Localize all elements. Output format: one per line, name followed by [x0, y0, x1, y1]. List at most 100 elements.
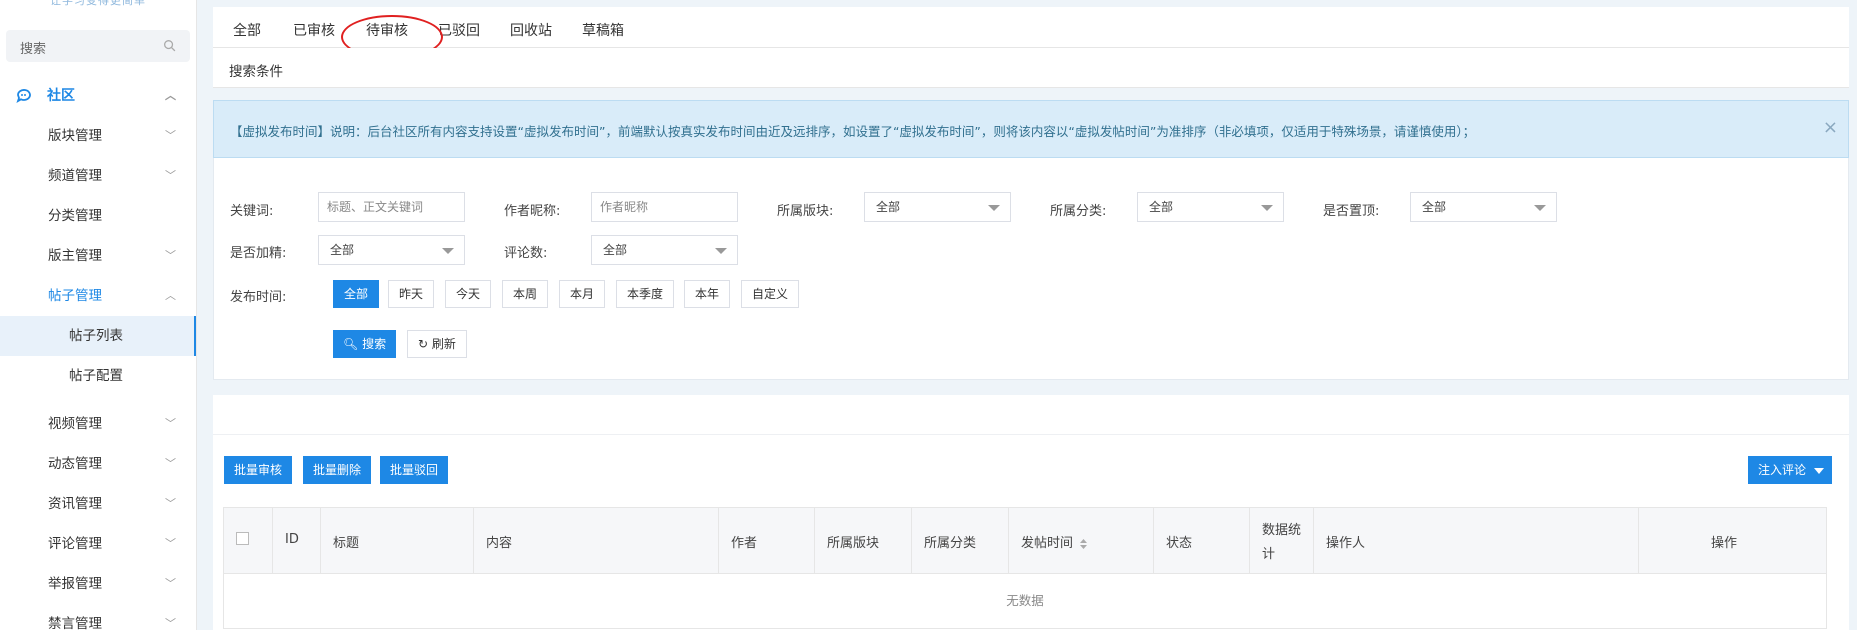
- sidebar-item-channel-management[interactable]: 频道管理 ﹀: [0, 156, 196, 196]
- post-table: ID 标题 内容 作者 所属版块 所属分类 发帖时间 状态 数据统计 操作人 操…: [223, 507, 1827, 629]
- sidebar-search-input[interactable]: 搜索: [6, 30, 190, 62]
- sidebar-item-label: 动态管理: [48, 456, 102, 472]
- block-select-value: 全部: [876, 200, 901, 214]
- column-header-label: 数据统计: [1262, 523, 1302, 562]
- keyword-input[interactable]: 标题、正文关键词: [318, 192, 465, 222]
- comments-select[interactable]: 全部: [591, 235, 738, 265]
- category-select[interactable]: 全部: [1137, 192, 1284, 222]
- time-option-yesterday[interactable]: 昨天: [388, 280, 435, 308]
- select-all-checkbox[interactable]: [236, 532, 249, 545]
- chevron-down-icon: ﹀: [165, 537, 176, 550]
- block-label: 所属版块:: [777, 204, 834, 219]
- inject-comment-button[interactable]: 注入评论: [1748, 456, 1833, 484]
- logo: 让学习变得更简单: [50, 0, 146, 7]
- caret-down-icon: [988, 205, 1000, 211]
- column-header-sortable[interactable]: 发帖时间: [1009, 508, 1154, 574]
- sort-icon[interactable]: [1079, 538, 1088, 550]
- caret-down-icon: [1534, 205, 1546, 211]
- category-label: 所属分类:: [1050, 204, 1107, 219]
- column-header: 操作: [1639, 508, 1826, 574]
- time-option-today[interactable]: 今天: [445, 280, 492, 308]
- chat-icon: [16, 89, 31, 103]
- sidebar-nav: 社区 ︿ 版块管理 ﹀ 频道管理 ﹀ 分类管理 版主管理 ﹀ 帖子管理 ︿ 帖子…: [0, 76, 196, 630]
- time-option-this-quarter[interactable]: 本季度: [616, 280, 675, 308]
- caret-down-icon: [1261, 205, 1273, 211]
- content-spacer: [213, 395, 1849, 435]
- sidebar-item-label: 频道管理: [48, 168, 102, 184]
- tab-recycle-bin[interactable]: 回收站: [510, 20, 552, 40]
- refresh-button[interactable]: ↻ 刷新: [407, 330, 467, 358]
- search-button[interactable]: 🔍︎ 搜索: [333, 330, 397, 358]
- column-header: 所属分类: [912, 508, 1009, 574]
- sidebar-item-news-management[interactable]: 资讯管理 ﹀: [0, 484, 196, 524]
- top-select[interactable]: 全部: [1410, 192, 1557, 222]
- time-option-this-month[interactable]: 本月: [559, 280, 606, 308]
- sidebar: 让学习变得更简单 搜索 社区 ︿ 版块管理 ﹀ 频道管理 ﹀ 分类管理 版主管理…: [0, 0, 197, 630]
- select-all-column: [224, 508, 273, 574]
- sidebar-item-post-config[interactable]: 帖子配置: [0, 356, 196, 396]
- time-option-this-year[interactable]: 本年: [684, 280, 731, 308]
- column-header: 作者: [719, 508, 815, 574]
- sidebar-item-label: 举报管理: [48, 576, 102, 592]
- search-icon: [164, 40, 176, 52]
- sidebar-item-mute-management[interactable]: 禁言管理 ﹀: [0, 604, 196, 630]
- sidebar-item-moderator-management[interactable]: 版主管理 ﹀: [0, 236, 196, 276]
- tab-all[interactable]: 全部: [233, 20, 261, 40]
- sidebar-item-feed-management[interactable]: 动态管理 ﹀: [0, 444, 196, 484]
- column-header-label: 操作人: [1326, 536, 1366, 551]
- chevron-down-icon: ﹀: [165, 497, 176, 510]
- sidebar-item-label: 版主管理: [48, 248, 102, 264]
- column-header-label: 状态: [1166, 536, 1193, 551]
- sidebar-section-community[interactable]: 社区 ︿: [0, 76, 196, 116]
- sidebar-item-post-management[interactable]: 帖子管理 ︿: [0, 276, 196, 316]
- empty-state: 无数据: [1006, 593, 1044, 608]
- chevron-down-icon: ﹀: [165, 129, 176, 142]
- notice-alert: 【虚拟发布时间】说明：后台社区所有内容支持设置“虚拟发布时间”，前端默认按真实发…: [213, 100, 1849, 158]
- chevron-down-icon: ﹀: [165, 169, 176, 182]
- featured-select[interactable]: 全部: [318, 235, 465, 265]
- sidebar-item-label: 资讯管理: [48, 496, 102, 512]
- time-option-all[interactable]: 全部: [333, 280, 380, 308]
- column-header-label: 标题: [333, 536, 360, 551]
- sidebar-item-label: 版块管理: [48, 128, 102, 144]
- sidebar-item-video-management[interactable]: 视频管理 ﹀: [0, 404, 196, 444]
- featured-select-value: 全部: [330, 243, 355, 257]
- close-icon[interactable]: ×: [1823, 117, 1838, 138]
- top-select-value: 全部: [1422, 200, 1447, 214]
- block-select[interactable]: 全部: [864, 192, 1011, 222]
- sidebar-item-comment-management[interactable]: 评论管理 ﹀: [0, 524, 196, 564]
- time-option-custom[interactable]: 自定义: [741, 280, 800, 308]
- column-header-label: 作者: [731, 536, 758, 551]
- inject-comment-label: 注入评论: [1758, 463, 1807, 477]
- batch-approve-button[interactable]: 批量审核: [224, 456, 293, 484]
- chevron-down-icon: ﹀: [165, 617, 176, 630]
- author-label: 作者昵称:: [504, 204, 561, 219]
- chevron-down-icon: ﹀: [165, 417, 176, 430]
- author-input[interactable]: 作者昵称: [591, 192, 738, 222]
- sidebar-section-label: 社区: [47, 88, 75, 104]
- batch-delete-button[interactable]: 批量删除: [303, 456, 372, 484]
- batch-reject-button[interactable]: 批量驳回: [380, 456, 449, 484]
- column-header: 所属版块: [815, 508, 912, 574]
- sidebar-item-block-management[interactable]: 版块管理 ﹀: [0, 116, 196, 156]
- sidebar-search-placeholder: 搜索: [20, 42, 47, 57]
- column-header: 操作人: [1314, 508, 1639, 574]
- sidebar-item-report-management[interactable]: 举报管理 ﹀: [0, 564, 196, 604]
- sidebar-item-label: 帖子配置: [69, 368, 123, 384]
- time-label: 发布时间:: [230, 290, 287, 305]
- caret-down-icon: [715, 248, 727, 254]
- sidebar-item-label: 帖子列表: [69, 328, 123, 344]
- tab-drafts[interactable]: 草稿箱: [582, 20, 624, 40]
- sidebar-item-post-list[interactable]: 帖子列表: [0, 316, 196, 356]
- search-conditions-header: 搜索条件: [213, 48, 1849, 88]
- column-header-label: 内容: [486, 536, 513, 551]
- sidebar-item-label: 分类管理: [48, 208, 102, 224]
- search-conditions-title: 搜索条件: [229, 64, 283, 80]
- sidebar-item-label: 帖子管理: [48, 288, 102, 304]
- chevron-down-icon: ﹀: [165, 249, 176, 262]
- tab-approved[interactable]: 已审核: [293, 20, 335, 40]
- time-option-this-week[interactable]: 本周: [502, 280, 549, 308]
- tab-rejected[interactable]: 已驳回: [438, 20, 480, 40]
- status-tabs: 全部 已审核 待审核 已驳回 回收站 草稿箱: [213, 7, 1849, 59]
- sidebar-item-category-management[interactable]: 分类管理: [0, 196, 196, 236]
